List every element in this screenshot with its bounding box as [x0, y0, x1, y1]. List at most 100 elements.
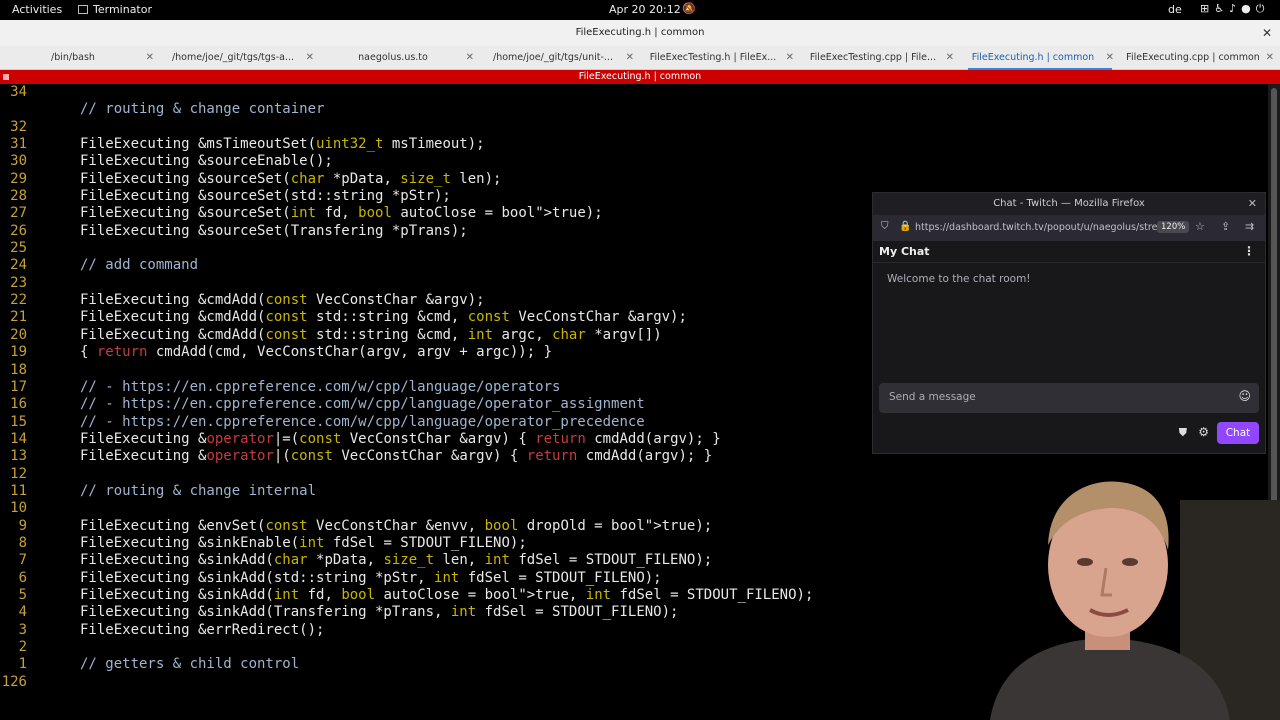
close-tab-icon[interactable]: ✕	[146, 46, 154, 70]
code-text: FileExecuting &cmdAdd(const VecConstChar…	[80, 292, 485, 309]
tab-label: /home/joe/_git/tgs/unit-...	[493, 52, 613, 63]
code-text: FileExecuting &sourceSet(Transfering *pT…	[80, 222, 468, 239]
extensions-icon[interactable]: ⇪	[1221, 220, 1230, 233]
line-number: 24	[10, 257, 27, 274]
tab-label: FileExecTesting.h | FileEx...	[649, 52, 777, 63]
line-number: 21	[10, 309, 27, 326]
close-tab-icon[interactable]: ✕	[1266, 46, 1274, 70]
app-menu[interactable]: Terminator	[78, 3, 152, 16]
close-tab-icon[interactable]: ✕	[626, 46, 634, 70]
chat-header-title: My Chat	[879, 245, 930, 258]
chat-input-placeholder: Send a message	[889, 391, 976, 403]
code-text: FileExecuting &operator|(const VecConstC…	[80, 448, 713, 465]
code-text: FileExecuting &cmdAdd(const std::string …	[80, 326, 662, 343]
volume-icon: ♪	[1229, 2, 1242, 15]
tab-2[interactable]: /home/joe/_git/tgs/tgs-a... ✕	[160, 46, 320, 70]
chat-header: My Chat ⋮	[873, 241, 1265, 263]
accessibility-icon: ♿	[1214, 2, 1230, 15]
line-number: 16	[10, 396, 27, 413]
tab-label: FileExecTesting.cpp | File...	[809, 52, 937, 63]
clock[interactable]: Apr 20 20:12	[609, 3, 681, 16]
code-text: FileExecuting &errRedirect();	[80, 621, 325, 638]
line-number: 11	[10, 482, 27, 499]
close-tab-icon[interactable]: ✕	[946, 46, 954, 70]
chat-popout-window: Chat - Twitch — Mozilla Firefox ✕ ⛉ 🔒 ht…	[872, 192, 1266, 454]
notifications-muted-icon: 🔕	[682, 2, 696, 15]
line-number: 14	[10, 430, 27, 447]
tab-7[interactable]: FileExecuting.h | common ✕	[960, 46, 1120, 70]
tab-label: FileExecuting.cpp | common	[1126, 52, 1260, 63]
code-text: FileExecuting &sourceSet(std::string *pS…	[80, 188, 451, 205]
chat-send-button[interactable]: Chat	[1217, 422, 1259, 444]
tab-4[interactable]: /home/joe/_git/tgs/unit-... ✕	[480, 46, 640, 70]
network-icon: ⊞	[1200, 2, 1215, 15]
line-number: 4	[18, 604, 27, 621]
chat-welcome-message: Welcome to the chat room!	[887, 273, 1031, 285]
line-number: 19	[10, 344, 27, 361]
line-number: 13	[10, 448, 27, 465]
code-text: // - https://en.cppreference.com/w/cpp/l…	[80, 413, 645, 430]
line-number: 8	[18, 534, 27, 551]
line-number: 6	[18, 569, 27, 586]
tab-label: naegolus.us.to	[358, 52, 428, 63]
tab-3[interactable]: naegolus.us.to ✕	[320, 46, 480, 70]
code-text: FileExecuting &sinkEnable(int fdSel = ST…	[80, 534, 527, 551]
overflow-menu-icon[interactable]: ⇉	[1245, 220, 1254, 233]
activities-button[interactable]: Activities	[12, 3, 62, 16]
line-number: 23	[10, 274, 27, 291]
line-number: 30	[10, 153, 27, 170]
close-tab-icon[interactable]: ✕	[306, 46, 314, 70]
tab-1[interactable]: /bin/bash ✕	[0, 46, 160, 70]
code-text: FileExecuting &sourceEnable();	[80, 153, 333, 170]
line-number: 126	[1, 673, 27, 690]
line-number: 22	[10, 292, 27, 309]
tab-5[interactable]: FileExecTesting.h | FileEx... ✕	[640, 46, 800, 70]
chat-window-title: Chat - Twitch — Mozilla Firefox	[993, 198, 1145, 209]
bits-icon[interactable]: ⛊	[1179, 426, 1187, 440]
line-number: 10	[10, 500, 27, 517]
close-icon[interactable]: ✕	[1248, 193, 1257, 215]
close-tab-icon[interactable]: ✕	[1106, 46, 1114, 70]
tab-bar: /bin/bash ✕/home/joe/_git/tgs/tgs-a... ✕ na…	[0, 46, 1280, 70]
pane-title: FileExecuting.h | common	[578, 71, 702, 82]
terminal-pane-titlebar: FileExecuting.h | common	[0, 70, 1280, 84]
line-number: 32	[10, 118, 27, 135]
code-text: { return cmdAdd(cmd, VecConstChar(argv, …	[80, 344, 553, 361]
bookmark-star-icon[interactable]: ☆	[1195, 220, 1205, 233]
keyboard-layout-indicator[interactable]: de	[1168, 3, 1182, 16]
code-text: FileExecuting &cmdAdd(const std::string …	[80, 309, 687, 326]
zoom-badge[interactable]: 120%	[1157, 221, 1190, 233]
app-name: Terminator	[93, 3, 152, 16]
chat-actions: ⛊ ⚙ Chat	[879, 421, 1259, 447]
line-number: 2	[18, 639, 27, 655]
gear-icon[interactable]: ⚙	[1198, 425, 1209, 439]
code-text: FileExecuting &sinkAdd(char *pData, size…	[80, 552, 713, 569]
more-options-icon[interactable]: ⋮	[1243, 244, 1255, 258]
shield-icon[interactable]: ⛉	[881, 221, 889, 232]
lock-icon[interactable]: 🔒	[899, 221, 911, 232]
chat-message-input[interactable]: Send a message ☺	[879, 383, 1259, 413]
close-tab-icon[interactable]: ✕	[466, 46, 474, 70]
microphone-icon: ●	[1241, 2, 1256, 15]
line-number: 18	[10, 361, 27, 378]
close-icon[interactable]: ✕	[1262, 20, 1272, 46]
code-text: // getters & child control	[80, 656, 300, 673]
emoji-icon[interactable]: ☺	[1238, 389, 1251, 403]
url-text[interactable]: https://dashboard.twitch.tv/popout/u/nae…	[915, 222, 1173, 233]
pane-grip-icon[interactable]	[3, 74, 9, 80]
line-number: 7	[18, 552, 27, 569]
tab-6[interactable]: FileExecTesting.cpp | File... ✕	[800, 46, 960, 70]
line-number: 15	[10, 413, 27, 430]
line-number: 9	[18, 517, 27, 534]
code-text: FileExecuting &sinkAdd(Transfering *pTra…	[80, 604, 679, 621]
system-menu[interactable]: ⊞♿♪●⏻	[1200, 2, 1269, 16]
url-bar[interactable]: ⛉ 🔒 https://dashboard.twitch.tv/popout/u…	[873, 215, 1265, 241]
tab-label: /bin/bash	[51, 52, 95, 63]
power-icon: ⏻	[1255, 2, 1270, 15]
tab-label: /home/joe/_git/tgs/tgs-a...	[171, 52, 295, 63]
webcam-overlay	[930, 460, 1280, 720]
tab-8[interactable]: FileExecuting.cpp | common ✕	[1120, 46, 1280, 70]
line-number: 31	[10, 136, 27, 153]
close-tab-icon[interactable]: ✕	[786, 46, 794, 70]
line-number: 3	[18, 621, 27, 638]
